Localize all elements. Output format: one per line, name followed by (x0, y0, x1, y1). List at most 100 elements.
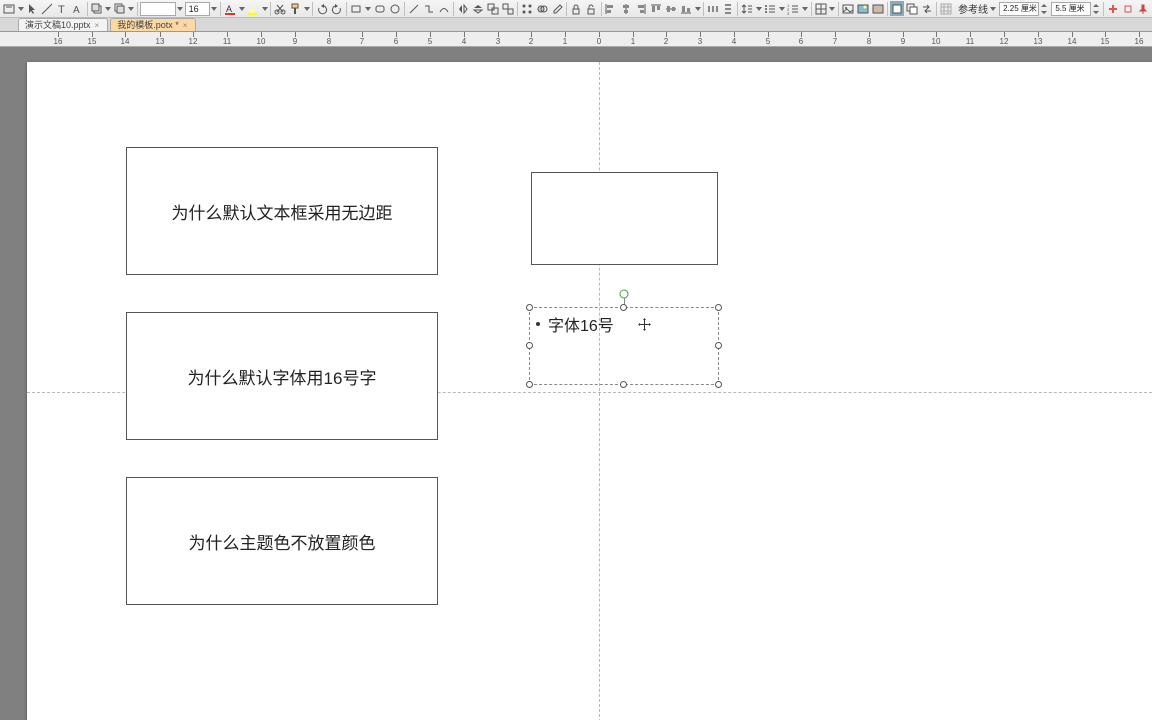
tab-doc1[interactable]: 演示文稿10.pptx × (18, 18, 108, 31)
merge-shapes-icon[interactable] (535, 1, 549, 16)
align-middle-icon[interactable] (664, 1, 678, 16)
edit-points-icon[interactable] (520, 1, 534, 16)
font-name-input[interactable] (140, 2, 176, 16)
send-backward-icon[interactable] (113, 1, 127, 16)
ungroup-icon[interactable] (501, 1, 515, 16)
height-input[interactable]: 2.25 厘米 (999, 2, 1038, 16)
picture-icon[interactable] (841, 1, 855, 16)
horizontal-ruler[interactable]: 1615141312111098765432101234567891011121… (0, 32, 1152, 47)
rotate-right-icon[interactable] (330, 1, 344, 16)
align-right-icon[interactable] (634, 1, 648, 16)
bring-forward-icon[interactable] (89, 1, 103, 16)
close-icon[interactable]: × (95, 20, 100, 31)
textbox-tool-icon[interactable] (2, 1, 16, 16)
align-bottom-icon[interactable] (679, 1, 693, 16)
cut-icon[interactable] (273, 1, 287, 16)
dropdown-icon[interactable] (105, 1, 112, 16)
dropdown-icon[interactable] (778, 1, 785, 16)
text-frame-3[interactable]: 为什么主题色不放置颜色 (126, 477, 438, 605)
shape-circle-icon[interactable] (388, 1, 402, 16)
dropdown-icon[interactable] (211, 1, 218, 16)
unlock-icon[interactable] (584, 1, 598, 16)
slide-canvas[interactable]: 为什么默认文本框采用无边距 为什么默认字体用16号字 为什么主题色不放置颜色 (27, 62, 1152, 720)
flip-v-icon[interactable] (471, 1, 485, 16)
format-painter-icon[interactable] (288, 1, 302, 16)
resize-handle-s[interactable] (620, 381, 627, 388)
distribute-v-icon[interactable] (721, 1, 735, 16)
rotation-handle[interactable] (619, 286, 629, 296)
dropdown-icon[interactable] (238, 1, 245, 16)
font-color-icon[interactable]: A (223, 1, 237, 16)
numbering-icon[interactable]: 123 (786, 1, 800, 16)
bullets-icon[interactable] (763, 1, 777, 16)
dropdown-icon[interactable] (802, 1, 809, 16)
eyedropper-icon[interactable] (550, 1, 564, 16)
lock-icon[interactable] (569, 1, 583, 16)
picture3-icon[interactable] (871, 1, 885, 16)
flip-h-icon[interactable] (456, 1, 470, 16)
shape-rect-icon[interactable] (349, 1, 363, 16)
picture2-icon[interactable] (856, 1, 870, 16)
table-icon[interactable] (813, 1, 827, 16)
resize-handle-sw[interactable] (526, 381, 533, 388)
ruler-tick: 8 (864, 32, 874, 47)
select-tool-icon[interactable] (25, 1, 39, 16)
selected-textbox[interactable]: 字体16号 (529, 307, 719, 385)
connector-icon[interactable] (422, 1, 436, 16)
dropdown-icon[interactable] (177, 1, 184, 16)
line-tool-icon[interactable] (40, 1, 54, 16)
align-left-icon[interactable] (603, 1, 617, 16)
main-toolbar: T A 16 A 123 (0, 0, 1152, 18)
ruler-tick: 16 (53, 32, 63, 47)
guide-vertical[interactable] (599, 62, 600, 720)
curve-icon[interactable] (437, 1, 451, 16)
pin-icon[interactable] (1136, 1, 1150, 16)
highlight-icon[interactable] (246, 1, 260, 16)
distribute-h-icon[interactable] (706, 1, 720, 16)
dropdown-icon[interactable] (128, 1, 135, 16)
ruler-tick: 6 (391, 32, 401, 47)
spinner-icon[interactable] (1092, 1, 1101, 16)
text-label-icon[interactable]: T (55, 1, 69, 16)
resize-handle-nw[interactable] (526, 304, 533, 311)
spinner-icon[interactable] (1040, 1, 1049, 16)
line-tool2-icon[interactable] (407, 1, 421, 16)
ruler-tick: 7 (357, 32, 367, 47)
close-icon[interactable]: × (183, 20, 188, 31)
ruler-tick: 7 (830, 32, 840, 47)
dropdown-icon[interactable] (694, 1, 701, 16)
shape-round-rect-icon[interactable] (373, 1, 387, 16)
resize-handle-se[interactable] (715, 381, 722, 388)
resize-handle-ne[interactable] (715, 304, 722, 311)
align-top-icon[interactable] (649, 1, 663, 16)
width-input[interactable]: 5.5 厘米 (1051, 2, 1090, 16)
tab-label: 我的模板.potx * (117, 20, 179, 31)
dropdown-icon[interactable] (17, 1, 24, 16)
line-spacing-icon[interactable] (740, 1, 754, 16)
dropdown-icon[interactable] (989, 1, 996, 16)
dropdown-icon[interactable] (829, 1, 836, 16)
resize-handle-e[interactable] (715, 342, 722, 349)
zoom2-icon[interactable] (1121, 1, 1135, 16)
dropdown-icon[interactable] (303, 1, 310, 16)
zoom-icon[interactable] (1105, 1, 1119, 16)
text-frame-2[interactable]: 为什么默认字体用16号字 (126, 312, 438, 440)
tab-doc2[interactable]: 我的模板.potx * × (110, 18, 196, 31)
dropdown-icon[interactable] (755, 1, 762, 16)
rotate-left-icon[interactable] (315, 1, 329, 16)
resize-handle-n[interactable] (620, 304, 627, 311)
align-center-icon[interactable] (619, 1, 633, 16)
duplicate-icon[interactable] (905, 1, 919, 16)
swap-icon[interactable] (920, 1, 934, 16)
dropdown-icon[interactable] (364, 1, 371, 16)
grid-icon[interactable] (939, 1, 953, 16)
selection-pane-icon[interactable] (890, 1, 904, 16)
text-frame-1[interactable]: 为什么默认文本框采用无边距 (126, 147, 438, 275)
group-icon[interactable] (486, 1, 500, 16)
ruler-tick: 9 (898, 32, 908, 47)
font-format-icon[interactable]: A (71, 1, 85, 16)
resize-handle-w[interactable] (526, 342, 533, 349)
dropdown-icon[interactable] (261, 1, 268, 16)
empty-frame[interactable] (531, 172, 718, 265)
font-size-input[interactable]: 16 (185, 2, 210, 16)
